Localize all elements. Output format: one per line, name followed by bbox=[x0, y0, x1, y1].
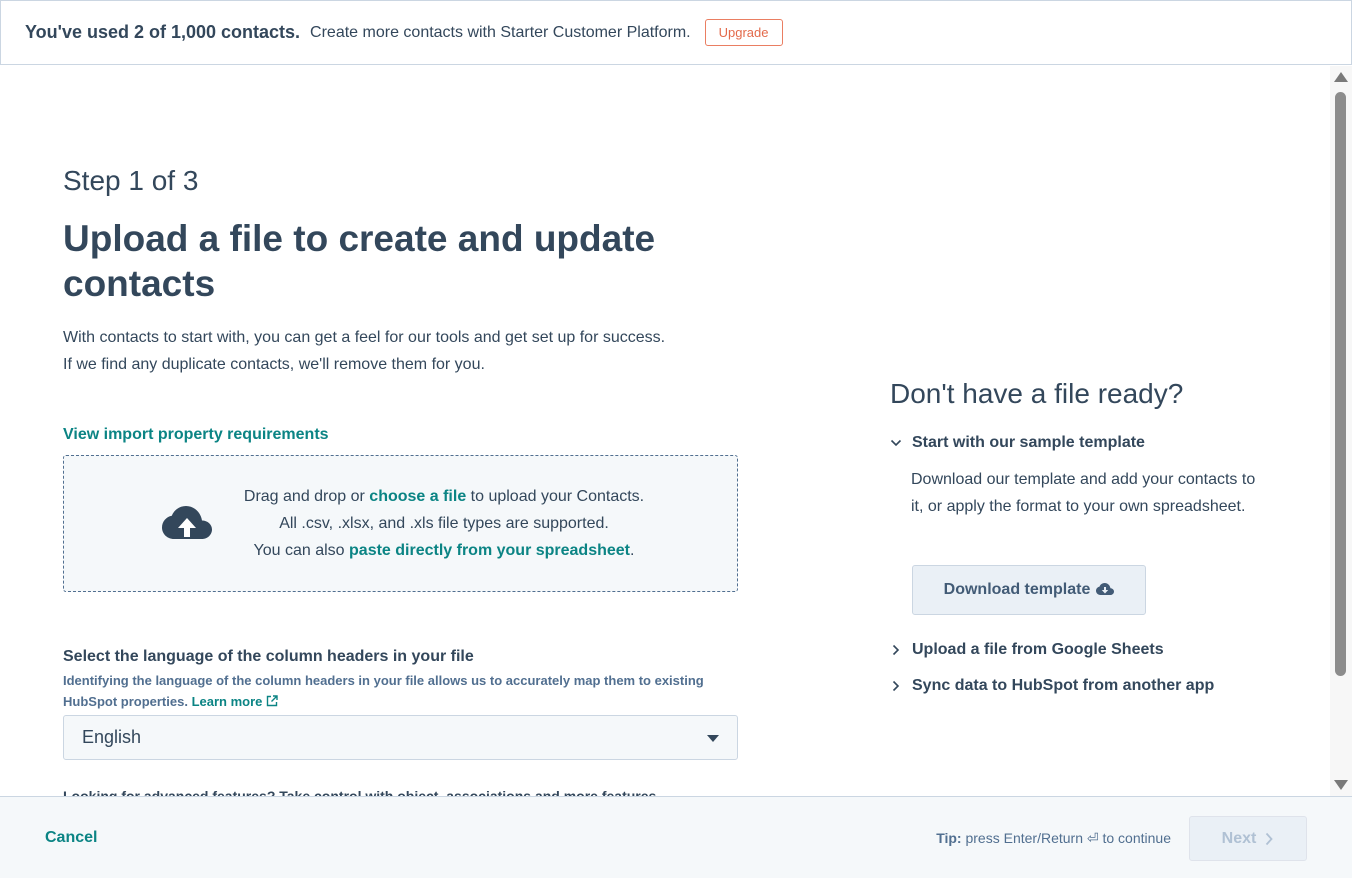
language-select[interactable]: English bbox=[63, 715, 738, 760]
language-help-text: Identifying the language of the column h… bbox=[63, 673, 704, 709]
upgrade-message: Create more contacts with Starter Custom… bbox=[310, 23, 691, 41]
dropzone-line-3-suffix: . bbox=[630, 542, 635, 559]
advanced-features-label: Looking for advanced features? Take cont… bbox=[63, 788, 657, 796]
download-template-button[interactable]: Download template bbox=[912, 565, 1146, 615]
scroll-up-arrow[interactable] bbox=[1334, 72, 1348, 82]
chevron-right-icon bbox=[892, 644, 900, 656]
accordion-google-sheets-label: Upload a file from Google Sheets bbox=[912, 641, 1164, 658]
chevron-right-icon bbox=[1266, 832, 1274, 845]
accordion-google-sheets[interactable]: Upload a file from Google Sheets bbox=[890, 641, 1164, 659]
scroll-down-arrow[interactable] bbox=[1334, 780, 1348, 790]
paste-spreadsheet-link[interactable]: paste directly from your spreadsheet bbox=[349, 542, 630, 559]
page-title: Upload a file to create and update conta… bbox=[63, 218, 656, 304]
intro-line-2: If we find any duplicate contacts, we'll… bbox=[63, 356, 485, 373]
dropzone-line-3: You can also paste directly from your sp… bbox=[224, 537, 664, 564]
cancel-button[interactable]: Cancel bbox=[45, 829, 97, 847]
accordion-sync-app[interactable]: Sync data to HubSpot from another app bbox=[890, 677, 1214, 695]
language-selected-value: English bbox=[82, 727, 142, 747]
intro-line-1: With contacts to start with, you can get… bbox=[63, 329, 666, 346]
tip-label: Tip: bbox=[936, 830, 962, 846]
language-label: Select the language of the column header… bbox=[63, 648, 474, 665]
chevron-down-icon bbox=[707, 735, 719, 742]
dropzone-line-1-suffix: to upload your Contacts. bbox=[466, 488, 645, 505]
upgrade-button[interactable]: Upgrade bbox=[704, 19, 783, 46]
keyboard-tip: Tip: press Enter/Return ⏎ to continue bbox=[936, 830, 1171, 847]
accordion-sample-template[interactable]: Start with our sample template bbox=[890, 434, 1145, 452]
advanced-features-text: Looking for advanced features? Take cont… bbox=[63, 787, 703, 796]
usage-count: You've used 2 of 1,000 contacts. bbox=[25, 22, 301, 42]
sidebar-title: Don't have a file ready? bbox=[890, 378, 1184, 409]
accordion-sample-template-label: Start with our sample template bbox=[912, 434, 1145, 451]
chevron-right-icon bbox=[892, 680, 900, 692]
language-help: Identifying the language of the column h… bbox=[63, 670, 743, 712]
view-requirements-link[interactable]: View import property requirements bbox=[63, 426, 329, 444]
template-description: Download our template and add your conta… bbox=[911, 471, 1256, 515]
tip-text: press Enter/Return ⏎ to continue bbox=[965, 830, 1171, 846]
dropzone-line-2: All .csv, .xlsx, and .xls file types are… bbox=[279, 515, 609, 532]
learn-more-label: Learn more bbox=[191, 694, 263, 709]
accordion-sync-app-label: Sync data to HubSpot from another app bbox=[912, 677, 1215, 694]
external-link-icon bbox=[267, 695, 279, 707]
scrollbar[interactable] bbox=[1330, 66, 1352, 796]
scroll-thumb[interactable] bbox=[1335, 92, 1346, 676]
dropzone-instructions: Drag and drop or choose a file to upload… bbox=[224, 483, 664, 564]
learn-more-link[interactable]: Learn more bbox=[192, 694, 279, 709]
step-indicator: Step 1 of 3 bbox=[63, 165, 199, 196]
chevron-down-icon bbox=[890, 439, 902, 447]
dropzone-line-3-prefix: You can also bbox=[253, 542, 350, 559]
download-template-label: Download template bbox=[943, 581, 1091, 598]
intro-text: With contacts to start with, you can get… bbox=[63, 324, 763, 378]
cloud-upload-icon bbox=[162, 506, 212, 539]
choose-file-link[interactable]: choose a file bbox=[369, 488, 466, 505]
cloud-download-icon bbox=[1096, 583, 1115, 595]
dropzone-line-1-prefix: Drag and drop or bbox=[243, 488, 370, 505]
next-label: Next bbox=[1221, 829, 1257, 847]
dropzone-line-1: Drag and drop or choose a file to upload… bbox=[224, 483, 664, 510]
usage-banner: You've used 2 of 1,000 contacts. Create … bbox=[0, 0, 1352, 65]
next-button[interactable]: Next bbox=[1189, 816, 1307, 861]
file-dropzone[interactable]: Drag and drop or choose a file to upload… bbox=[63, 455, 738, 592]
footer-bar: Cancel Tip: press Enter/Return ⏎ to cont… bbox=[0, 796, 1352, 878]
